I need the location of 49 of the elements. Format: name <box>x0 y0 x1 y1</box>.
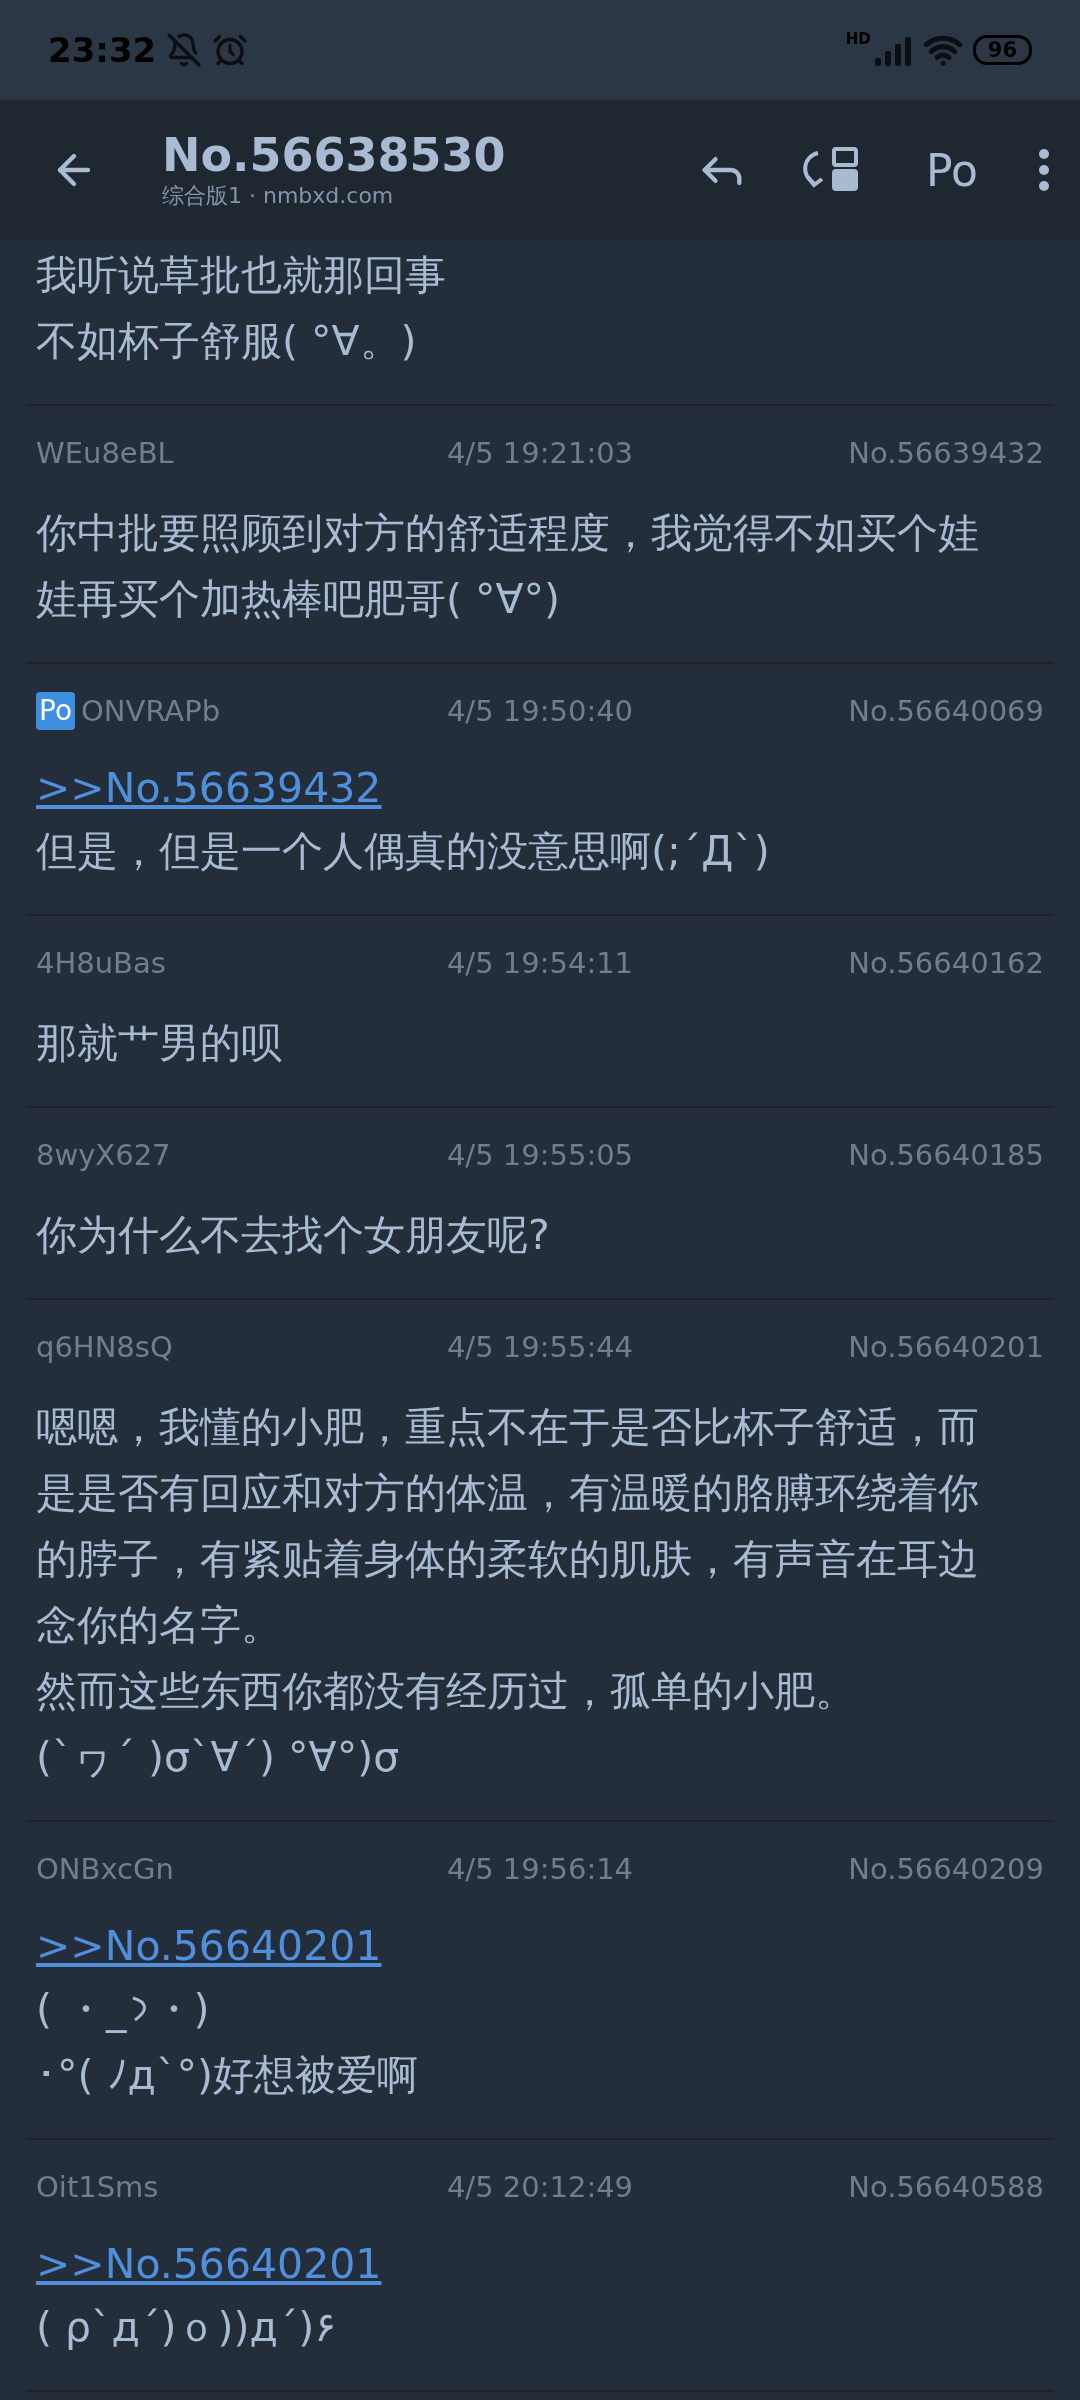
post-text: ( ρ`д´)ｏ))д´)۶ <box>36 2302 338 2353</box>
post-number: No.56640201 <box>848 1330 1044 1364</box>
user-id: 8wyX627 <box>36 1138 171 1172</box>
post-number: No.56640209 <box>848 1852 1044 1886</box>
post-time: 4/5 19:54:11 <box>446 946 634 980</box>
post-number: No.56640069 <box>848 694 1044 728</box>
thread-title: No.56638530 <box>162 129 507 181</box>
post-text: 我听说草批也就那回事 <box>36 250 447 301</box>
post-text: 那就艹男的呗 <box>36 1018 283 1069</box>
post-time: 4/5 19:21:03 <box>446 436 634 470</box>
post-number: No.56639432 <box>848 436 1044 470</box>
user-id: ONVRAPb <box>81 694 221 728</box>
quote-link[interactable]: >>No.56639432 <box>36 758 382 818</box>
menu-button[interactable] <box>1038 148 1050 192</box>
user-id: 4H8uBas <box>36 946 166 980</box>
clock: 23:32 <box>48 30 157 70</box>
user-id: WEu8eBL <box>36 436 174 470</box>
post-time: 4/5 20:12:49 <box>446 2170 634 2204</box>
po-filter-button[interactable]: Po <box>926 144 978 196</box>
post-number: No.56640185 <box>848 1138 1044 1172</box>
thread-subtitle: 综合版1 · nmbxd.com <box>162 182 395 210</box>
user-id: ONBxcGn <box>36 1852 174 1886</box>
signal-icon <box>872 34 913 66</box>
post-time: 4/5 19:56:14 <box>446 1852 634 1886</box>
quote-link[interactable]: >>No.56640201 <box>36 2234 382 2294</box>
post-number: No.56640588 <box>848 2170 1044 2204</box>
post-time: 4/5 19:55:05 <box>446 1138 634 1172</box>
post-text: 你中批要照顾到对方的舒适程度，我觉得不如买个娃娃再买个加热棒吧肥哥( °∀°) <box>36 508 980 625</box>
post-text: ･°( ﾉд`°)好想被爱啊 <box>36 2050 419 2101</box>
post-text: 不如杯子舒服( °∀。) <box>36 316 418 367</box>
bell-off-icon <box>166 32 203 68</box>
post-time: 4/5 19:55:44 <box>446 1330 634 1364</box>
battery-level: 96 <box>972 35 1032 65</box>
user-id: Oit1Sms <box>36 2170 159 2204</box>
post-number: No.56640162 <box>848 946 1044 980</box>
user-id: q6HN8sQ <box>36 1330 173 1364</box>
post-text: 然而这些东西你都没有经历过，孤单的小肥。 <box>36 1666 857 1717</box>
post-text: ・) <box>152 1984 210 2035</box>
post-text: ( ・_ <box>36 1984 127 2035</box>
post-text: (`ヮ´ )σ`∀´) °∀°)σ <box>36 1732 401 1783</box>
post-time: 4/5 19:50:40 <box>446 694 634 728</box>
post-text: 你为什么不去找个女朋友呢? <box>36 1210 551 1261</box>
quote-link[interactable]: >>No.56640201 <box>36 1916 382 1976</box>
network-type: HD <box>845 30 871 48</box>
post-text: 嗯嗯，我懂的小肥，重点不在于是否比杯子舒适，而是是否有回应和对方的体温，有温暖的胳膊环绕着你的脖子，有紧贴着身体的柔软的肌肤，有声音在耳边念你的名字。 <box>36 1402 980 1651</box>
more-icon <box>1038 148 1050 192</box>
po-badge: Po <box>36 692 76 730</box>
alarm-icon <box>212 32 249 68</box>
post-text: 但是，但是一个人偶真的没意思啊(;´Д`) <box>36 826 771 877</box>
